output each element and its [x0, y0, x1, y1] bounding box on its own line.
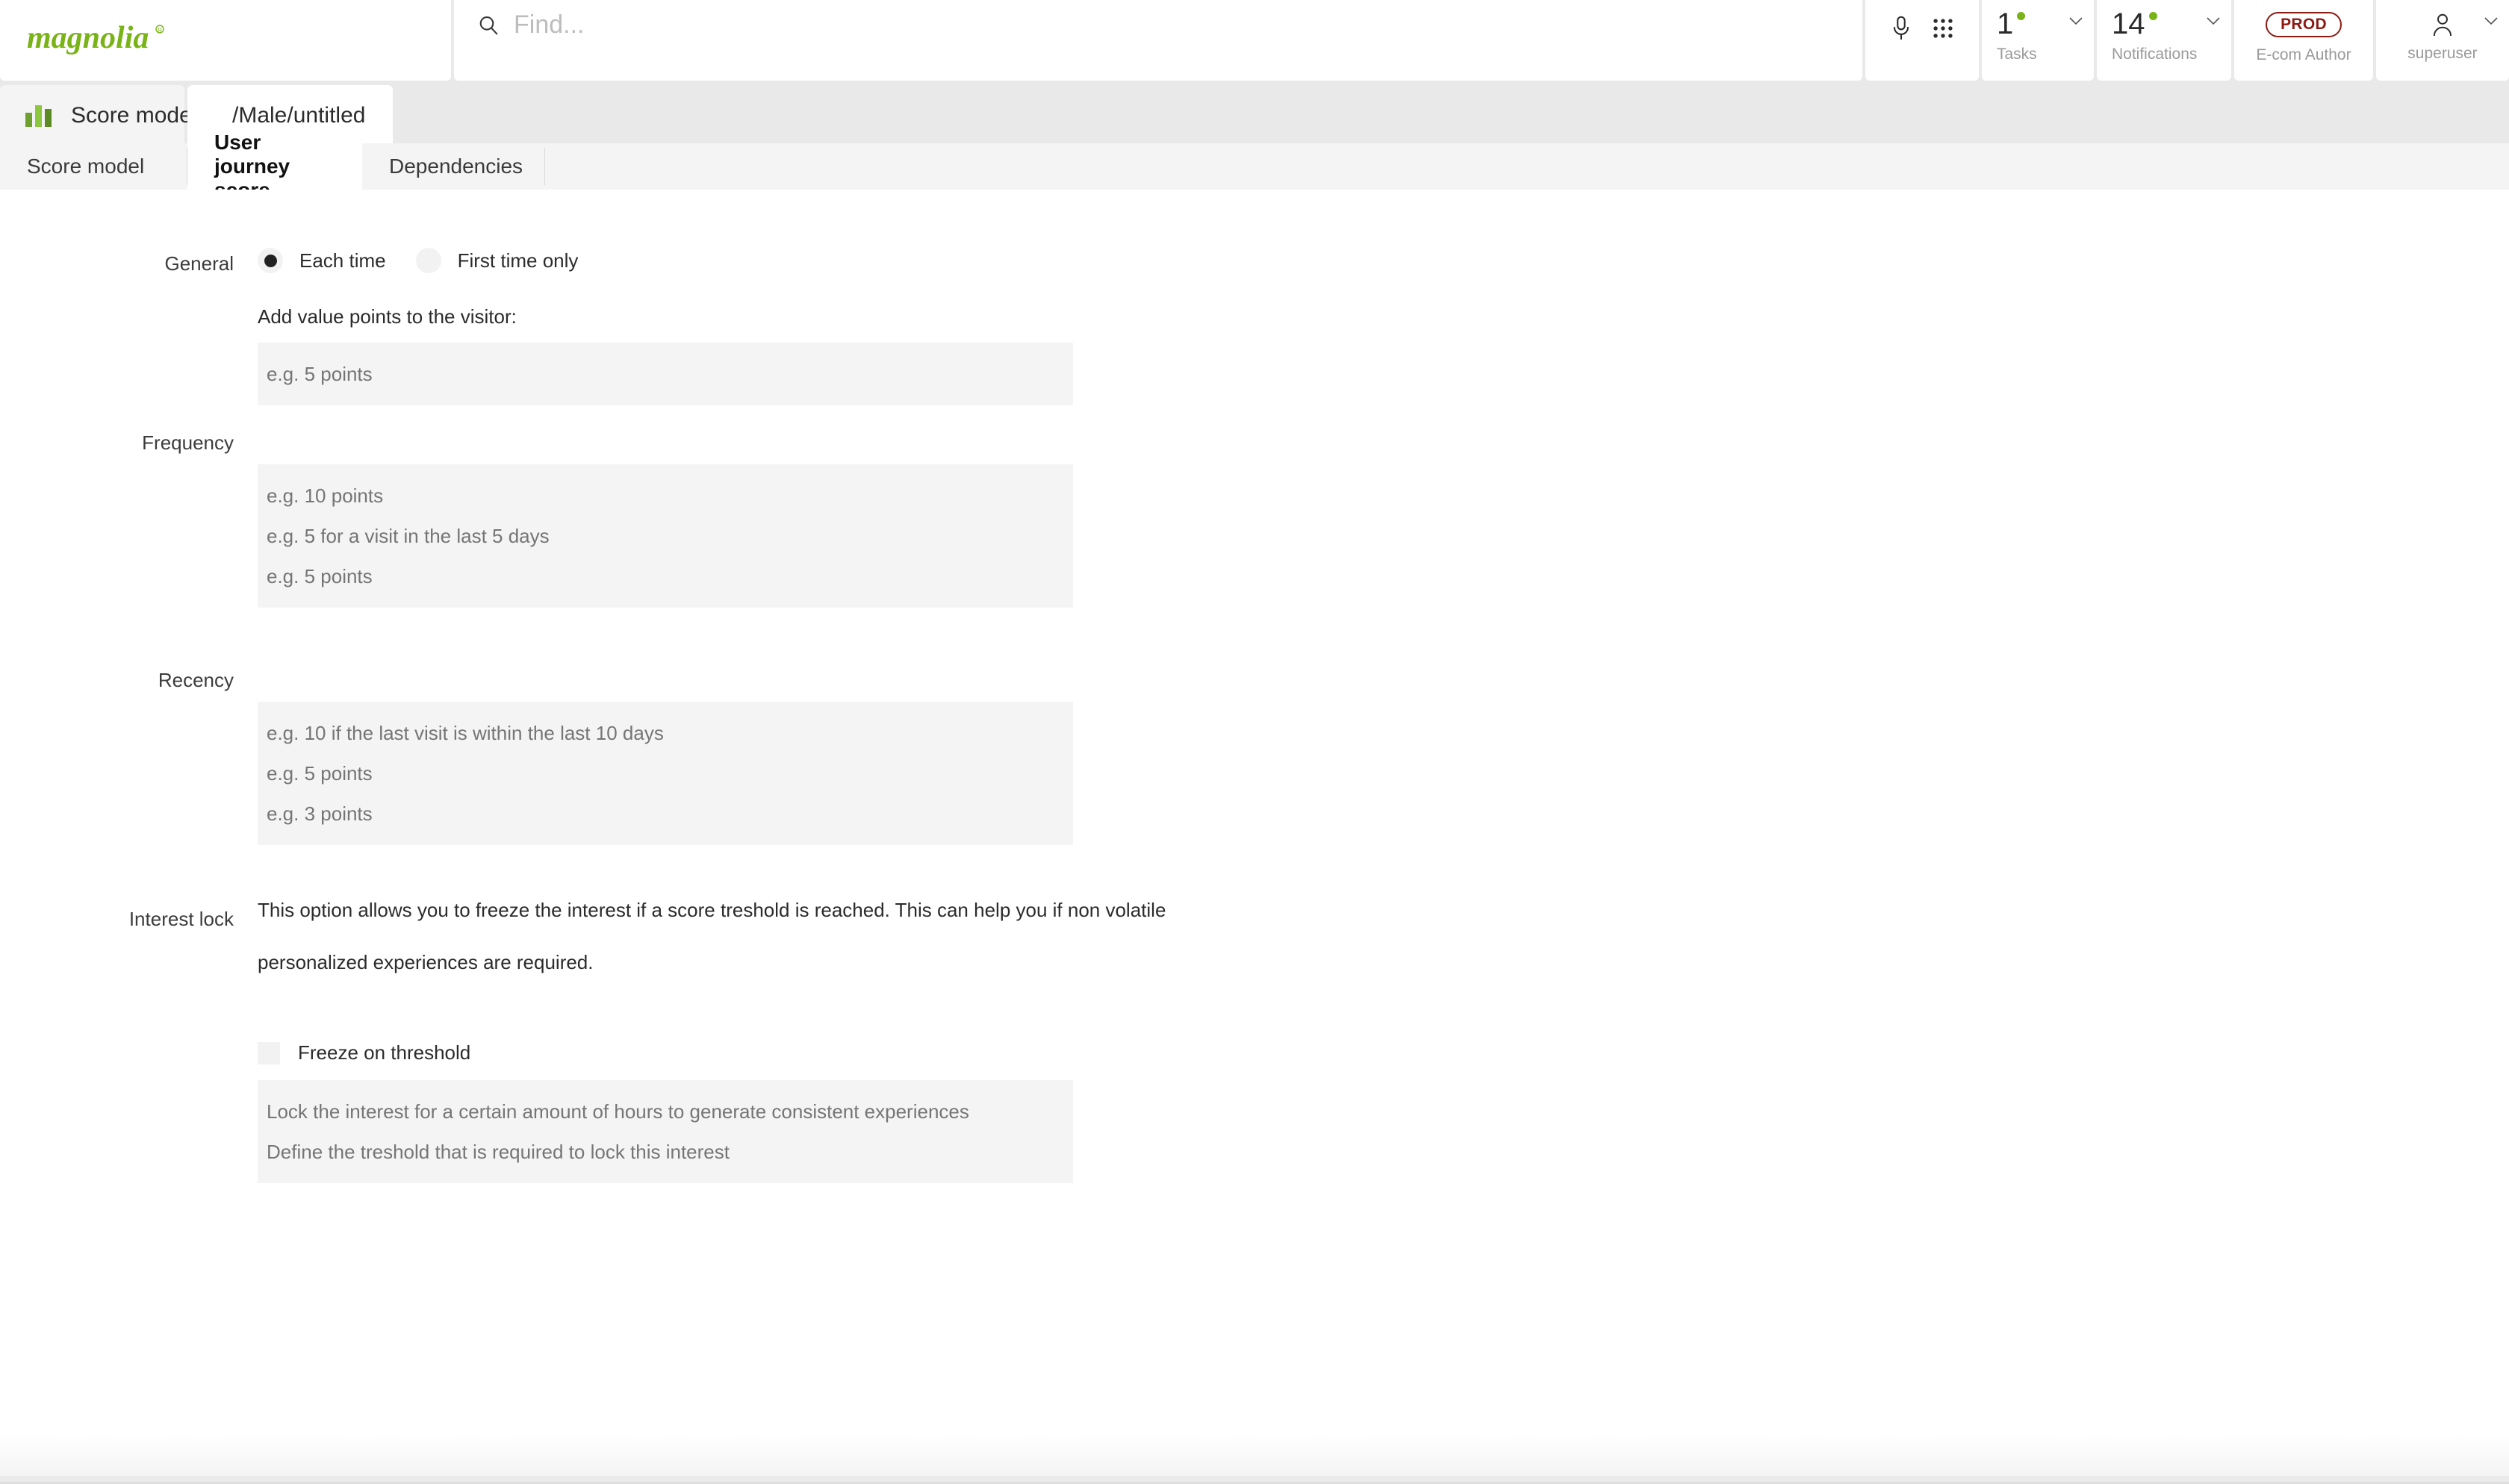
freeze-on-threshold-checkbox[interactable] — [258, 1042, 280, 1064]
username-label: superuser — [2407, 45, 2477, 63]
avatar — [2431, 12, 2454, 37]
radio-label: First time only — [458, 249, 579, 272]
radio-option-each-time[interactable]: Each time — [258, 248, 386, 273]
interest-lock-label: Interest lock — [0, 908, 234, 931]
form-panel: General Each time First time only Add va… — [0, 190, 2509, 1435]
tab-dependencies[interactable]: Dependencies — [362, 143, 545, 190]
app-tab-score-models[interactable]: Score models — [0, 85, 184, 146]
interest-lock-description-line2: personalized experiences are required. — [258, 936, 1228, 988]
svg-text:R: R — [158, 27, 162, 34]
general-radio-group: Each time First time only — [258, 248, 578, 273]
general-helper-text: Add value points to the visitor: — [258, 305, 517, 328]
tab-score-model[interactable]: Score model — [0, 143, 187, 190]
lock-hours-input[interactable] — [258, 1094, 1073, 1129]
radio-indicator[interactable] — [258, 248, 283, 273]
app-header: magnolia R 1 — [0, 0, 2509, 82]
radio-indicator[interactable] — [416, 248, 441, 273]
radio-option-first-time-only[interactable]: First time only — [416, 248, 579, 273]
freeze-on-threshold-checkbox-row[interactable]: Freeze on threshold — [258, 1041, 470, 1064]
tasks-count: 1 — [1997, 9, 2013, 39]
notifications-cell[interactable]: 14 Notifications — [2097, 0, 2231, 81]
status-badge: PROD — [2266, 12, 2342, 37]
general-field-group — [258, 343, 1073, 405]
environment-cell[interactable]: PROD E-com Author — [2234, 0, 2373, 81]
tab-divider — [544, 148, 545, 185]
chevron-down-icon[interactable] — [2206, 16, 2221, 25]
recency-field-group — [258, 702, 1073, 845]
svg-text:magnolia: magnolia — [27, 21, 149, 55]
chevron-down-icon[interactable] — [2068, 16, 2083, 25]
logo-cell[interactable]: magnolia R — [0, 0, 451, 81]
app-tab-label: /Male/untitled — [232, 103, 365, 128]
frequency-input-2[interactable] — [258, 518, 1073, 554]
notifications-status-dot — [2149, 12, 2157, 20]
search-input[interactable] — [514, 10, 1709, 40]
user-cell[interactable]: superuser — [2376, 0, 2509, 81]
notifications-label: Notifications — [2112, 46, 2197, 63]
general-label: General — [0, 252, 234, 275]
interest-lock-description-line1: This option allows you to freeze the int… — [258, 884, 1228, 936]
search-cell[interactable] — [454, 0, 1862, 81]
sub-tab-row: Score model User journey score Dependenc… — [0, 143, 2509, 190]
interest-lock-field-group — [258, 1080, 1073, 1183]
recency-input-1[interactable] — [258, 715, 1073, 751]
footer-bar — [0, 1435, 2509, 1484]
notifications-count: 14 — [2112, 9, 2145, 39]
search-icon — [476, 13, 500, 37]
magnolia-logo: magnolia R — [27, 21, 176, 60]
tasks-label: Tasks — [1997, 46, 2037, 63]
freeze-on-threshold-label: Freeze on threshold — [298, 1041, 470, 1064]
chevron-down-icon[interactable] — [2484, 16, 2499, 25]
sub-tab-label: Dependencies — [389, 155, 523, 178]
recency-input-3[interactable] — [258, 796, 1073, 832]
tasks-status-dot — [2017, 12, 2025, 20]
frequency-field-group — [258, 464, 1073, 608]
lock-threshold-input[interactable] — [258, 1134, 1073, 1170]
radio-label: Each time — [299, 249, 386, 272]
bar-chart-icon — [25, 105, 52, 127]
header-icon-group — [1865, 0, 1979, 81]
frequency-input-3[interactable] — [258, 558, 1073, 594]
app-grid-icon[interactable] — [1930, 15, 1956, 42]
tasks-cell[interactable]: 1 Tasks — [1982, 0, 2094, 81]
recency-label: Recency — [0, 669, 234, 692]
frequency-input-1[interactable] — [258, 478, 1073, 514]
recency-input-2[interactable] — [258, 755, 1073, 791]
general-points-input[interactable] — [258, 356, 1073, 392]
environment-label: E-com Author — [2256, 46, 2351, 64]
microphone-icon[interactable] — [1888, 15, 1914, 42]
tab-user-journey-score[interactable]: User journey score — [187, 143, 362, 190]
sub-tab-label: Score model — [27, 155, 144, 178]
app-tab-strip: Score models /Male/untitled — [0, 82, 2509, 146]
footer-strip — [0, 1476, 2509, 1482]
frequency-label: Frequency — [0, 431, 234, 455]
